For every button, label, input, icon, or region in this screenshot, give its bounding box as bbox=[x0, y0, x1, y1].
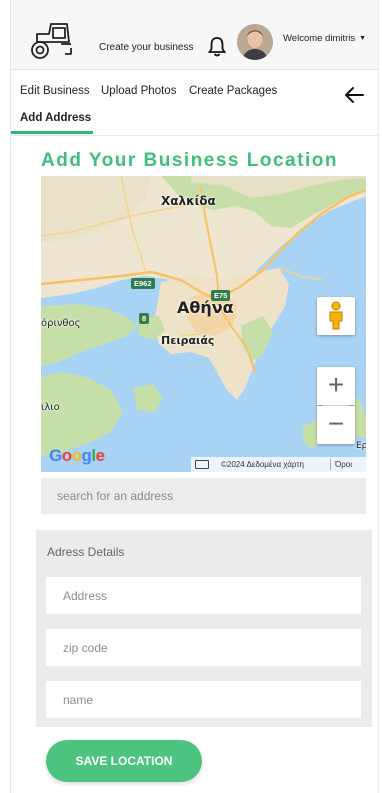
attribution-divider bbox=[330, 459, 331, 470]
address-field[interactable] bbox=[46, 577, 361, 614]
pegman-figure bbox=[329, 301, 343, 330]
address-search-input[interactable] bbox=[41, 478, 366, 514]
zip-code-field[interactable] bbox=[46, 629, 361, 666]
map-label-aigio: ιλιο bbox=[41, 402, 60, 413]
google-logo[interactable]: Google bbox=[49, 446, 105, 466]
keyboard-icon[interactable] bbox=[195, 460, 209, 469]
location-map[interactable]: Χαλκίδα Αθήνα Πειραιάς όρινθος ιλιο Ερ E… bbox=[41, 176, 366, 472]
page-title: Add Your Business Location bbox=[41, 150, 338, 171]
map-attribution-bar: ©2024 Δεδομένα χάρτη Όροι bbox=[191, 457, 366, 472]
arrow-left-icon[interactable] bbox=[343, 86, 365, 104]
google-logo-o2: o bbox=[71, 446, 82, 465]
user-menu[interactable]: Welcome dimitris ▼ bbox=[283, 33, 366, 44]
create-business-link[interactable]: Create your business bbox=[99, 42, 194, 53]
avatar-image bbox=[237, 24, 273, 60]
caret-down-icon: ▼ bbox=[359, 35, 367, 42]
tab-create-packages[interactable]: Create Packages bbox=[189, 85, 277, 97]
avatar[interactable] bbox=[237, 24, 273, 60]
road-badge-e962: E962 bbox=[131, 278, 155, 289]
zoom-in-button[interactable]: + bbox=[317, 367, 355, 405]
bell-icon[interactable] bbox=[207, 36, 227, 58]
google-logo-e: e bbox=[95, 446, 105, 465]
map-terms-link[interactable]: Όροι bbox=[335, 457, 352, 472]
active-tab-indicator bbox=[11, 131, 93, 134]
pegman-icon[interactable] bbox=[317, 297, 355, 335]
zoom-out-button[interactable]: − bbox=[317, 406, 355, 444]
map-label-er: Ερ bbox=[356, 441, 366, 451]
tab-upload-photos[interactable]: Upload Photos bbox=[101, 85, 176, 97]
address-details-panel: Adress Details bbox=[36, 530, 372, 727]
map-label-piraeus: Πειραιάς bbox=[161, 334, 215, 347]
google-logo-g2: g bbox=[81, 446, 92, 465]
map-label-chalkida: Χαλκίδα bbox=[161, 194, 216, 208]
road-badge-8: 8 bbox=[139, 313, 150, 324]
tractor-icon[interactable] bbox=[27, 20, 75, 60]
welcome-text: Welcome dimitris bbox=[283, 33, 356, 44]
name-field[interactable] bbox=[46, 681, 361, 718]
tab-add-address[interactable]: Add Address bbox=[20, 112, 91, 124]
road-badge-e75: E75 bbox=[211, 290, 231, 301]
map-attribution[interactable]: ©2024 Δεδομένα χάρτη bbox=[221, 457, 304, 472]
google-logo-o1: o bbox=[61, 446, 72, 465]
save-location-button[interactable]: SAVE LOCATION bbox=[46, 740, 202, 782]
business-tabs: Edit Business Upload Photos Create Packa… bbox=[11, 70, 378, 136]
address-details-title: Adress Details bbox=[47, 545, 125, 559]
google-logo-g: G bbox=[49, 446, 62, 465]
tab-edit-business[interactable]: Edit Business bbox=[20, 85, 90, 97]
map-label-korinthos: όρινθος bbox=[41, 318, 81, 329]
top-header: Create your business Welcome dimitris ▼ bbox=[11, 0, 378, 70]
page-frame-right bbox=[378, 0, 379, 793]
